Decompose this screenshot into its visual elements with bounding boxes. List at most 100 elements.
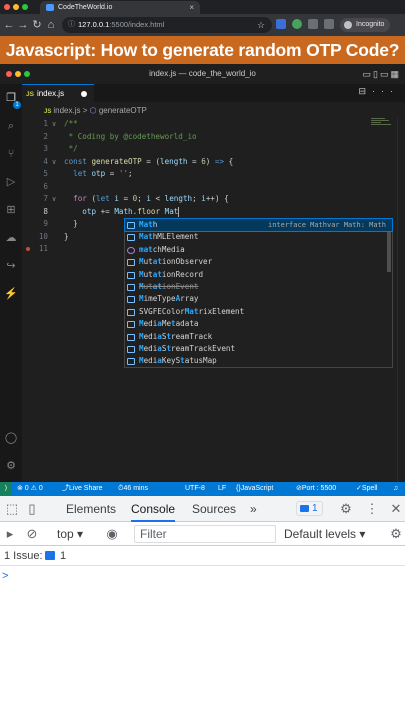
message-count-badge[interactable]: 1 [296,501,323,516]
incognito-label: Incognito [356,21,385,28]
browser-tab[interactable]: CodeTheWorld.io × [40,1,200,14]
tab-console[interactable]: Console [131,496,176,522]
puzzle-icon[interactable] [308,19,318,29]
variable-icon [127,296,135,304]
code-line[interactable]: 6 [22,181,405,194]
back-button[interactable]: ← [2,17,16,33]
language-status[interactable]: {} JavaScript [236,482,273,496]
suggestion-item[interactable]: MimeTypeArray [125,293,392,305]
editor-actions[interactable]: ⊟··· [358,86,399,97]
suggestion-label: MediaStreamTrackEvent [139,343,236,353]
clear-console-icon[interactable]: ⊘ [24,526,40,542]
settings-gear-icon[interactable]: ⚙ [338,501,354,517]
maximize-window-icon[interactable] [24,71,30,77]
breadcrumb-symbol[interactable]: generateOTP [99,106,147,115]
code-line[interactable]: 2 * Coding by @codetheworld_io [22,131,405,144]
eye-icon[interactable]: ◉ [104,526,120,542]
incognito-indicator[interactable]: Incognito [340,18,391,32]
code-text: for (let i = 0; i < length; i++) { [73,194,229,203]
suggestion-item[interactable]: MutationRecord [125,269,392,281]
url-bar[interactable]: ⓘ 127.0.0.1:5500/index.html [62,17,272,33]
suggestion-item[interactable]: SVGFEColorMatrixElement [125,306,392,318]
encoding-status[interactable]: UTF-8 [185,482,205,496]
minimize-window-icon[interactable] [13,4,19,10]
issues-bar[interactable]: 1 Issue: 1 [0,546,405,566]
search-icon[interactable]: ⌕ [3,118,19,134]
suggestion-item[interactable]: MediaKeyStatusMap [125,355,392,367]
variable-icon [127,271,135,279]
inspect-element-icon[interactable]: ⬚ [4,501,20,517]
docker-icon[interactable]: ☁ [3,230,19,246]
fold-chevron-icon[interactable]: ∨ [52,193,56,206]
code-line[interactable]: 5 let otp = ''; [22,168,405,181]
console-prompt[interactable]: > [2,570,8,582]
breakpoint-dot-icon[interactable] [26,247,30,251]
layout-icons[interactable]: ▭▯▭▦ [363,64,401,84]
filter-input[interactable]: Filter [134,525,276,543]
suggestion-item[interactable]: MediaMetadata [125,318,392,330]
eol-status[interactable]: LF [218,482,226,496]
forward-button[interactable]: → [16,17,30,33]
reload-button[interactable]: ↻ [30,17,44,33]
info-icon[interactable]: ⓘ [68,17,75,33]
home-button[interactable]: ⌂ [44,17,58,33]
extensions-icon[interactable]: ⊞ [3,202,19,218]
problems-indicator[interactable]: ⊗ 0 ⚠ 0 [17,482,43,496]
line-number: 6 [43,181,48,191]
suggestion-item[interactable]: MediaStreamTrackEvent [125,343,392,355]
tab-close-icon[interactable]: × [189,1,194,14]
suggestion-item[interactable]: MathMLElement [125,231,392,243]
live-share-status[interactable]: ⤴ Live Share [62,482,102,496]
log-levels-dropdown[interactable]: Default levels ▾ [284,526,365,542]
settings-gear-icon[interactable]: ⚙ [388,526,404,542]
close-devtools-icon[interactable]: ✕ [388,501,404,517]
tab-index-js[interactable]: JS index.js [22,84,94,102]
editor-scrollbar[interactable] [397,118,405,482]
suggestion-item[interactable]: Math interface Mathvar Math: Math [124,217,393,233]
more-options-icon[interactable]: ⋮ [364,501,380,517]
run-debug-icon[interactable]: ▷ [3,174,19,190]
suggestion-item[interactable]: MutationEvent [125,281,392,293]
settings-gear-icon[interactable]: ⚙ [3,458,19,474]
source-control-icon[interactable]: ⑂ [3,146,19,162]
browser-tab-strip: CodeTheWorld.io × [0,0,405,14]
code-line[interactable]: 7 ∨ for (let i = 0; i < length; i++) { [22,193,405,206]
console-output[interactable] [0,566,405,720]
suggestion-item[interactable]: MediaStreamTrack [125,331,392,343]
port-status[interactable]: ⊘ Port : 5500 [296,482,336,496]
context-selector[interactable]: top ▾ [57,526,83,542]
spell-status[interactable]: ✓ Spell [356,482,377,496]
notifications-bell-icon[interactable]: ♫ [393,482,398,496]
close-window-icon[interactable] [4,4,10,10]
code-line[interactable]: 4 ∨ const generateOTP = (length = 6) => { [22,156,405,169]
tab-sources[interactable]: Sources [192,496,236,522]
lightning-icon[interactable]: ⚡ [3,286,19,302]
autocomplete-popup[interactable]: Math interface Mathvar Math: Math MathMLEl… [124,217,393,368]
account-icon[interactable]: ◯ [3,430,19,446]
code-line[interactable]: 3 */ [22,143,405,156]
minimize-window-icon[interactable] [15,71,21,77]
tab-elements[interactable]: Elements [66,496,116,522]
breadcrumb-file[interactable]: index.js [53,106,80,115]
device-toolbar-icon[interactable]: ▯ [24,501,40,517]
explorer-icon[interactable]: ❐ 1 [3,90,21,109]
maximize-window-icon[interactable] [22,4,28,10]
bookmark-star-icon[interactable]: ☆ [254,17,268,33]
close-window-icon[interactable] [6,71,12,77]
code-line[interactable]: 8 otp += Math.floor Mat [22,206,405,219]
suggestion-item[interactable]: MutationObserver [125,256,392,268]
unsaved-dot-icon[interactable] [81,91,87,97]
minimap[interactable] [371,118,391,130]
suggestion-item[interactable]: matchMedia [125,244,392,256]
sidebar-icon[interactable] [324,19,334,29]
fold-chevron-icon[interactable]: ∨ [52,118,56,131]
extension-icon[interactable] [292,19,302,29]
fold-chevron-icon[interactable]: ∨ [52,156,56,169]
live-share-icon[interactable]: ↪ [3,258,19,274]
code-line[interactable]: 1 ∨ /** [22,118,405,131]
session-time[interactable]: ⏱ 46 mins [118,482,148,496]
remote-indicator[interactable]: ⟩ [0,482,12,496]
more-tabs-button[interactable]: » [250,496,257,522]
extension-icon[interactable] [276,19,286,29]
sidebar-toggle-icon[interactable]: ▸ [2,526,18,542]
